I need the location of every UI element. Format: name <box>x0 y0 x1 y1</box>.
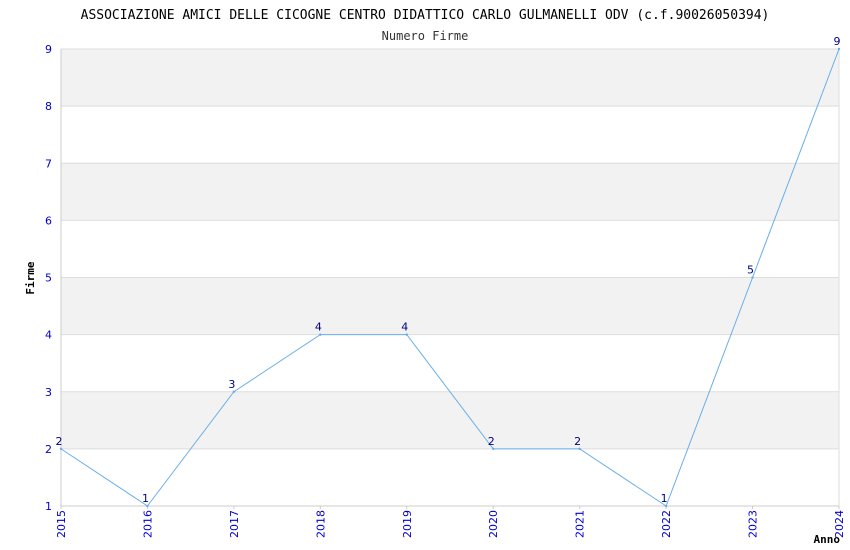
data-label: 1 <box>661 492 668 505</box>
y-tick-label: 2 <box>45 443 52 456</box>
data-point <box>578 447 581 451</box>
line-chart: ASSOCIAZIONE AMICI DELLE CICOGNE CENTRO … <box>24 8 846 546</box>
x-axis-label: Anno <box>814 533 841 546</box>
data-label: 5 <box>747 264 754 277</box>
y-tick-label: 3 <box>45 386 52 399</box>
data-label: 2 <box>574 435 581 448</box>
y-tick-label: 1 <box>45 500 52 513</box>
data-label: 4 <box>315 321 322 334</box>
grid-band <box>61 391 839 449</box>
data-label: 2 <box>56 435 63 448</box>
y-axis-label: Firme <box>24 261 37 294</box>
grid-band <box>61 49 839 107</box>
y-tick-label: 8 <box>45 100 52 113</box>
data-point <box>232 390 236 393</box>
data-point <box>405 333 408 336</box>
y-tick-label: 5 <box>45 272 52 285</box>
chart-subtitle: Numero Firme <box>382 29 469 43</box>
grid-band <box>61 277 839 335</box>
data-point <box>837 47 841 51</box>
data-label: 4 <box>401 321 408 334</box>
y-tick-label: 9 <box>45 43 52 56</box>
x-tick-label: 2023 <box>747 510 760 538</box>
data-point <box>59 447 63 451</box>
data-point <box>319 333 322 336</box>
grid-band <box>61 163 839 221</box>
x-tick-label: 2021 <box>574 510 587 538</box>
x-tick-label: 2016 <box>141 510 154 538</box>
x-tick-label: 2015 <box>55 510 68 538</box>
chart-title: ASSOCIAZIONE AMICI DELLE CICOGNE CENTRO … <box>81 8 770 23</box>
x-tick-label: 2020 <box>487 510 500 538</box>
y-tick-label: 4 <box>45 329 52 342</box>
data-point <box>664 504 668 508</box>
data-point <box>492 447 495 451</box>
y-tick-labels: 1 2 3 4 5 6 7 8 9 <box>45 43 52 513</box>
x-tick-label: 2017 <box>228 510 241 538</box>
data-label: 1 <box>142 492 149 505</box>
x-tick-label: 2022 <box>660 510 673 538</box>
x-tick-labels: 2015 2016 2017 2018 2019 2020 2021 2022 2023 2024 <box>55 506 846 538</box>
y-tick-label: 7 <box>45 157 52 170</box>
grid-bands <box>61 49 839 449</box>
x-tick-label: 2018 <box>314 510 327 538</box>
y-tick-label: 6 <box>45 214 52 227</box>
data-label: 2 <box>488 435 495 448</box>
x-tick-label: 2019 <box>401 510 414 538</box>
data-label: 9 <box>834 35 841 48</box>
data-point <box>751 276 754 279</box>
data-label: 3 <box>228 378 235 391</box>
data-point <box>146 504 149 508</box>
